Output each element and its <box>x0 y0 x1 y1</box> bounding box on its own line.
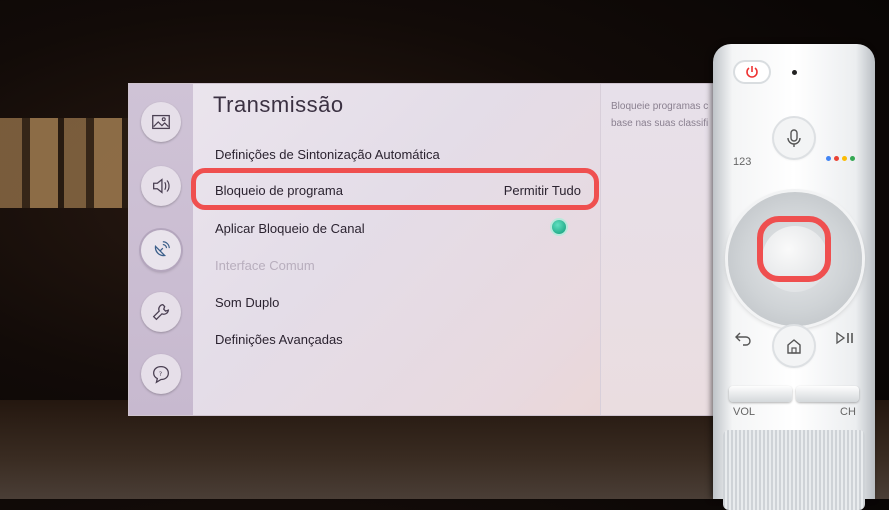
power-button[interactable] <box>735 62 769 82</box>
home-button[interactable] <box>774 326 814 366</box>
voice-button[interactable] <box>774 118 814 158</box>
back-icon <box>735 332 751 346</box>
channel-label: CH <box>840 406 856 418</box>
volume-channel-rocker <box>729 386 859 402</box>
broadcast-icon <box>154 241 170 257</box>
play-pause-icon <box>836 331 853 345</box>
menu-item-advanced-settings[interactable]: Definições Avançadas <box>215 332 343 347</box>
power-icon <box>746 66 758 78</box>
sidebar-item-sound[interactable] <box>141 166 181 206</box>
sidebar-item-picture[interactable] <box>141 102 181 142</box>
svg-text:?: ? <box>159 370 162 378</box>
sidebar-item-broadcast[interactable] <box>141 230 181 270</box>
sidebar-item-support[interactable]: ? <box>141 354 181 394</box>
selection-highlight <box>191 168 599 210</box>
menu-item-auto-tuning-settings[interactable]: Definições de Sintonização Automática <box>215 147 440 162</box>
remote-grip <box>723 430 865 510</box>
info-line-1: Bloqueie programas c <box>611 101 709 112</box>
volume-label: VOL <box>733 406 756 418</box>
tv-screen: ? Transmissão Definições de Sintonização… <box>129 84 716 415</box>
volume-rocker[interactable] <box>729 386 792 402</box>
info-text: Bloqueie programas c base nas suas class… <box>611 98 716 132</box>
play-pause-button[interactable] <box>833 326 857 350</box>
info-panel: Bloqueie programas c base nas suas class… <box>600 84 716 415</box>
menu-item-apply-channel-lock[interactable]: Aplicar Bloqueio de Canal <box>215 221 365 236</box>
wrench-icon <box>152 303 170 321</box>
channel-rocker[interactable] <box>796 386 859 402</box>
channel-lock-toggle-indicator[interactable] <box>552 220 566 234</box>
info-line-2: base nas suas classifi <box>611 118 709 129</box>
settings-sidebar: ? <box>129 84 193 415</box>
back-button[interactable] <box>731 326 755 350</box>
background-lights <box>0 118 140 208</box>
menu-item-dual-sound[interactable]: Som Duplo <box>215 295 279 310</box>
page-title: Transmissão <box>213 92 344 117</box>
select-button-highlight <box>757 216 831 282</box>
home-icon <box>787 339 801 354</box>
picture-icon <box>152 114 170 130</box>
assistant-dots-icon[interactable] <box>826 156 855 161</box>
numbers-button-label[interactable]: 123 <box>733 156 751 168</box>
indicator-light <box>792 70 797 75</box>
sidebar-item-support-tools[interactable] <box>141 292 181 332</box>
remote-control: 123 VOL CH <box>713 44 875 510</box>
microphone-icon <box>787 129 801 147</box>
menu-item-common-interface: Interface Comum <box>215 258 315 273</box>
sound-icon <box>153 178 170 194</box>
support-icon: ? <box>153 366 169 384</box>
